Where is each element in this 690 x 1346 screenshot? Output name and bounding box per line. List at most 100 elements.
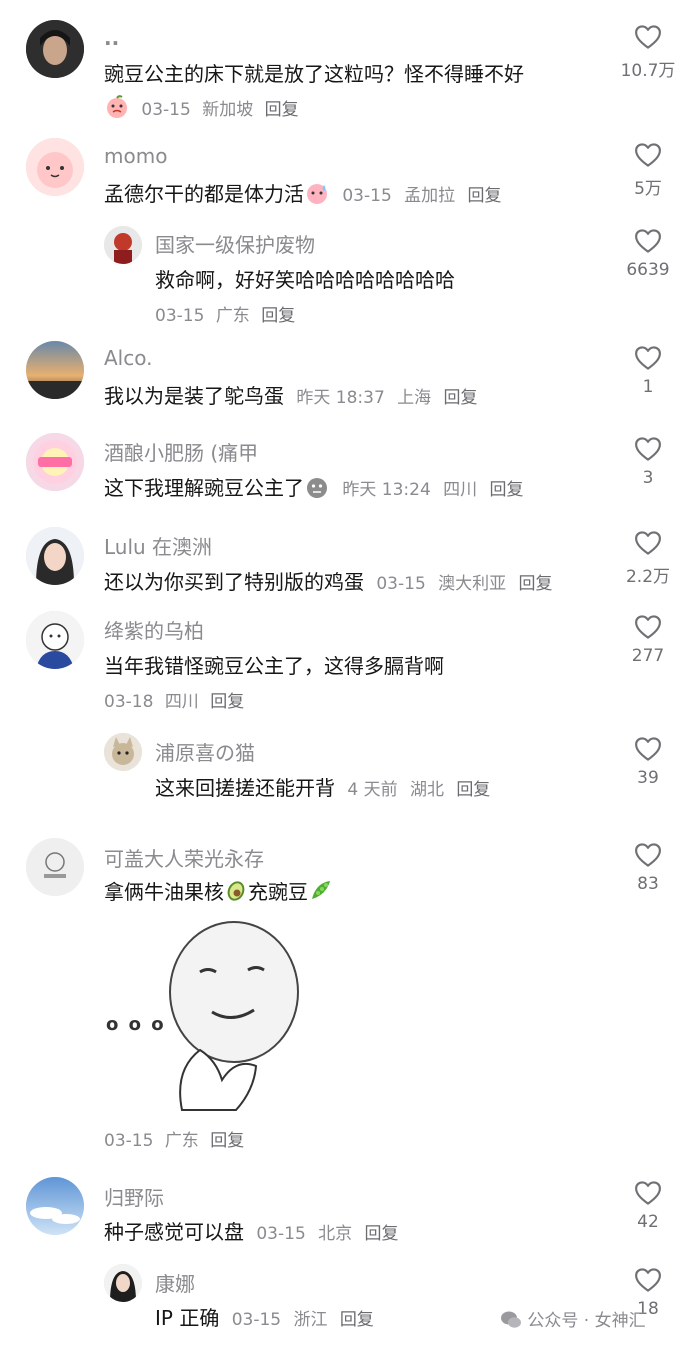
comment-text-content: IP 正确 — [155, 1306, 220, 1330]
comment-text-content: 这来回搓搓还能开背 — [155, 776, 335, 800]
heart-icon — [633, 22, 663, 52]
comment-username[interactable]: 酒酿小肥肠 (痛甲 — [104, 437, 258, 466]
like-button[interactable]: 39 — [620, 734, 676, 788]
heart-icon — [633, 734, 663, 764]
heart-icon — [633, 343, 663, 373]
comment-location: 四川 — [164, 692, 199, 712]
reply-button[interactable]: 回复 — [456, 780, 490, 800]
reply-button[interactable]: 回复 — [467, 186, 501, 206]
avatar[interactable] — [26, 527, 84, 585]
comment-location: 湖北 — [409, 780, 444, 800]
comment-username[interactable]: 浦原喜の猫 — [155, 737, 255, 766]
reply-button[interactable]: 回复 — [210, 1131, 244, 1151]
comment-username[interactable]: 可盖大人荣光永存 — [104, 843, 264, 872]
sticker-dots: o o o — [106, 1014, 166, 1035]
peach-emoji-icon — [104, 95, 130, 124]
comment-text: 救命啊，好好笑哈哈哈哈哈哈哈哈 — [155, 268, 455, 292]
avatar[interactable] — [26, 838, 84, 896]
avatar[interactable] — [26, 433, 84, 491]
like-button[interactable]: 5万 — [620, 140, 676, 199]
avocado-emoji-icon — [224, 877, 248, 908]
like-count: 42 — [637, 1212, 659, 1232]
comment-location: 广东 — [164, 1131, 199, 1151]
like-button[interactable]: 1 — [620, 343, 676, 397]
like-button[interactable]: 83 — [620, 840, 676, 894]
heart-icon — [633, 226, 663, 256]
avatar[interactable] — [26, 1177, 84, 1235]
comment-meta: 03-15 广东 回复 — [155, 301, 295, 326]
reply-button[interactable]: 回复 — [443, 388, 477, 408]
heart-icon — [633, 140, 663, 170]
comment-location: 北京 — [318, 1224, 353, 1244]
reply-button[interactable]: 回复 — [340, 1310, 374, 1330]
comment-date: 4 天前 — [347, 780, 398, 800]
heart-icon — [633, 528, 663, 558]
avatar[interactable] — [104, 226, 142, 264]
comment-text-content: 我以为是装了鸵鸟蛋 — [104, 384, 284, 408]
comment-location: 新加坡 — [202, 100, 254, 120]
comment-text: 种子感觉可以盘 03-15 北京 回复 — [104, 1216, 398, 1245]
comment-location: 澳大利亚 — [438, 574, 507, 594]
comment-date: 03-18 — [104, 692, 154, 712]
comment-text: 当年我错怪豌豆公主了，这得多膈背啊 — [104, 654, 444, 678]
reply-button[interactable]: 回复 — [489, 480, 523, 500]
like-button[interactable]: 277 — [620, 612, 676, 666]
reply-button[interactable]: 回复 — [265, 100, 299, 120]
comment-text: 我以为是装了鸵鸟蛋 昨天 18:37 上海 回复 — [104, 380, 477, 409]
avatar[interactable] — [26, 20, 84, 78]
avatar[interactable] — [104, 733, 142, 771]
comment-username[interactable]: Alco. — [104, 346, 152, 370]
watermark-text: 公众号 · 女神汇 — [527, 1311, 646, 1331]
comment-text-content: 种子感觉可以盘 — [104, 1220, 244, 1244]
like-count: 10.7万 — [620, 61, 676, 81]
heart-icon — [633, 840, 663, 870]
comment-username[interactable]: .. — [104, 26, 119, 50]
like-count: 83 — [637, 874, 659, 894]
comment-username[interactable]: Lulu 在澳洲 — [104, 531, 212, 560]
comment-date: 03-15 — [376, 574, 426, 594]
meme-sticker[interactable]: o o o — [104, 920, 304, 1120]
comment-text: 豌豆公主的床下就是放了这粒吗？怪不得睡不好 — [104, 62, 524, 86]
comment-text-content: 还以为你买到了特别版的鸡蛋 — [104, 570, 364, 594]
avatar[interactable] — [104, 1264, 142, 1302]
comment-text-content: 孟德尔干的都是体力活 — [104, 182, 304, 206]
avatar[interactable] — [26, 138, 84, 196]
comment-username[interactable]: 康娜 — [155, 1268, 195, 1297]
sweat-emoji-icon — [304, 181, 330, 210]
like-button[interactable]: 42 — [620, 1178, 676, 1232]
comment-meta: 03-15 新加坡 回复 — [104, 95, 299, 124]
like-count: 5万 — [634, 179, 662, 199]
like-count: 277 — [631, 646, 665, 666]
heart-icon — [633, 1178, 663, 1208]
like-button[interactable]: 10.7万 — [620, 22, 676, 81]
avatar[interactable] — [26, 611, 84, 669]
comment-text: 这下我理解豌豆公主了 昨天 13:24 四川 回复 — [104, 472, 523, 504]
comment-username[interactable]: 归野际 — [104, 1182, 164, 1211]
like-count: 6639 — [626, 260, 670, 280]
comment-text: 这来回搓搓还能开背 4 天前 湖北 回复 — [155, 772, 490, 801]
heart-icon — [633, 1265, 663, 1295]
comment-date: 03-15 — [342, 186, 392, 206]
comment-date: 03-15 — [104, 1131, 154, 1151]
heart-icon — [633, 434, 663, 464]
comment-date: 03-15 — [256, 1224, 306, 1244]
like-button[interactable]: 3 — [620, 434, 676, 488]
like-button[interactable]: 2.2万 — [620, 528, 676, 587]
like-count: 2.2万 — [625, 567, 671, 587]
comment-text: 还以为你买到了特别版的鸡蛋 03-15 澳大利亚 回复 — [104, 566, 552, 595]
reply-button[interactable]: 回复 — [364, 1224, 398, 1244]
wechat-icon — [500, 1310, 522, 1335]
reply-button[interactable]: 回复 — [518, 574, 552, 594]
like-button[interactable]: 6639 — [620, 226, 676, 280]
reply-button[interactable]: 回复 — [210, 692, 244, 712]
comment-text: 孟德尔干的都是体力活 03-15 孟加拉 回复 — [104, 178, 501, 210]
like-count: 3 — [642, 468, 654, 488]
comment-location: 浙江 — [293, 1310, 328, 1330]
avatar[interactable] — [26, 341, 84, 399]
comment-location: 四川 — [443, 480, 478, 500]
comment-username[interactable]: 国家一级保护废物 — [155, 229, 315, 258]
comment-text-content: 充豌豆 — [248, 880, 308, 904]
comment-username[interactable]: momo — [104, 144, 167, 168]
comment-username[interactable]: 绛紫的乌柏 — [104, 615, 204, 644]
reply-button[interactable]: 回复 — [261, 306, 295, 326]
